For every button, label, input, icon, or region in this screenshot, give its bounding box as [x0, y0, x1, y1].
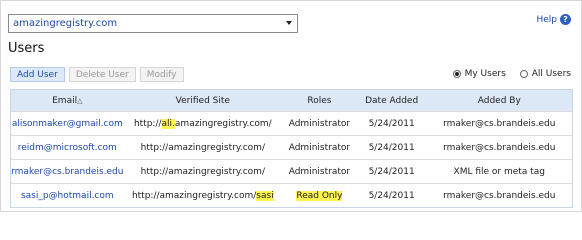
all-users-label[interactable]: All Users	[532, 69, 571, 79]
users-table: Email△ Verified Site Roles Date Added Ad…	[10, 89, 573, 208]
date-added-cell: 5/24/2011	[368, 166, 415, 177]
help-link[interactable]: Help ?	[536, 14, 571, 25]
table-row[interactable]: rmaker@cs.brandeis.edu http://amazingregi…	[11, 159, 572, 183]
user-filter: My Users All Users	[452, 69, 571, 79]
table-row[interactable]: reidm@microsoft.com http://amazingregistr…	[11, 135, 572, 159]
email-link[interactable]: sasi_p@hotmail.com	[11, 191, 124, 201]
email-link[interactable]: reidm@microsoft.com	[11, 143, 124, 153]
date-added-cell: 5/24/2011	[368, 118, 415, 129]
table-row[interactable]: alisonmaker@gmail.com http://ali.amazingr…	[11, 111, 572, 135]
sort-ascending-icon[interactable]: △	[77, 97, 82, 105]
role-cell: Administrator	[288, 118, 351, 129]
delete-user-button[interactable]: Delete User	[68, 67, 136, 82]
highlighted-text: sasi	[256, 190, 274, 201]
added-by-cell: XML file or meta tag	[453, 166, 545, 177]
column-header-date-added[interactable]: Date Added	[357, 96, 427, 106]
add-user-button[interactable]: Add User	[10, 67, 65, 82]
added-by-cell: rmaker@cs.brandeis.edu	[443, 118, 556, 129]
column-header-added-by[interactable]: Added By	[427, 96, 572, 106]
role-cell: Read Only	[282, 190, 357, 201]
column-header-roles[interactable]: Roles	[282, 96, 357, 106]
user-toolbar: Add User Delete User Modify	[10, 67, 184, 82]
verified-site-cell: http://amazingregistry.com/	[140, 142, 265, 153]
my-users-radio[interactable]	[452, 70, 461, 78]
column-header-email[interactable]: Email△	[11, 96, 124, 106]
column-header-verified-site[interactable]: Verified Site	[124, 96, 282, 106]
my-users-label[interactable]: My Users	[465, 69, 506, 79]
page-frame: amazingregistry.com Help ? Users Add Use…	[0, 0, 582, 212]
dropdown-arrow-icon[interactable]	[286, 21, 292, 25]
added-by-cell: rmaker@cs.brandeis.edu	[443, 190, 556, 201]
role-cell: Administrator	[288, 166, 351, 177]
verified-site-cell: http://amazingregistry.com/	[140, 166, 265, 177]
date-added-cell: 5/24/2011	[368, 190, 415, 201]
table-header: Email△ Verified Site Roles Date Added Ad…	[11, 90, 572, 111]
site-selector[interactable]: amazingregistry.com	[8, 14, 298, 33]
date-added-cell: 5/24/2011	[368, 142, 415, 153]
site-selector-value: amazingregistry.com	[13, 18, 118, 29]
added-by-cell: rmaker@cs.brandeis.edu	[443, 142, 556, 153]
email-link[interactable]: alisonmaker@gmail.com	[11, 119, 124, 129]
highlighted-text: ali.	[161, 118, 175, 129]
page-title: Users	[8, 41, 45, 56]
role-cell: Administrator	[288, 142, 351, 153]
verified-site-cell: http://ali.amazingregistry.com/	[133, 118, 272, 129]
table-row[interactable]: sasi_p@hotmail.com http://amazingregistry…	[11, 183, 572, 207]
email-link[interactable]: rmaker@cs.brandeis.edu	[11, 167, 124, 177]
all-users-radio[interactable]	[519, 70, 528, 78]
help-label[interactable]: Help	[536, 15, 557, 25]
modify-button[interactable]: Modify	[139, 67, 184, 82]
help-icon[interactable]: ?	[560, 14, 571, 25]
verified-site-cell: http://amazingregistry.com/sasi	[131, 190, 274, 201]
highlighted-text: Read Only	[296, 190, 343, 201]
